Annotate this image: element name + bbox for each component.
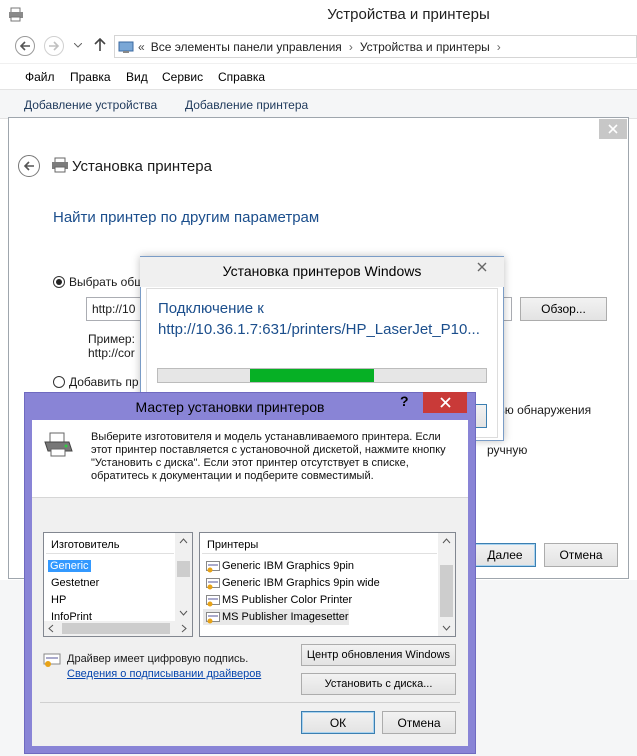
button-divider xyxy=(40,702,460,703)
command-bar: Добавление устройства Добавление принтер… xyxy=(0,89,637,119)
printer-item[interactable]: Generic IBM Graphics 9pin wide xyxy=(222,577,380,589)
progress-title-bar: Установка принтеров Windows xyxy=(140,257,504,287)
breadcrumb-devices[interactable]: Устройства и принтеры xyxy=(360,40,490,54)
manufacturer-item[interactable]: Generic xyxy=(48,560,91,572)
progress-fill xyxy=(249,369,375,382)
forward-button[interactable] xyxy=(44,36,64,56)
windows-update-button[interactable]: Центр обновления Windows xyxy=(301,644,456,666)
window-title: Устройства и принтеры xyxy=(327,6,490,23)
manufacturer-item[interactable]: Gestetner xyxy=(51,577,99,589)
example-label: Пример: xyxy=(88,332,135,346)
close-icon xyxy=(439,397,451,408)
master-description: Выберите изготовителя и модель устанавли… xyxy=(91,431,446,482)
manufacturer-item[interactable]: InfoPrint xyxy=(51,611,92,621)
certified-driver-icon xyxy=(206,612,220,624)
option-text-partial-2: ручную xyxy=(487,443,528,457)
menu-help[interactable]: Справка xyxy=(218,70,265,84)
printer-item[interactable]: Generic IBM Graphics 9pin xyxy=(222,560,354,572)
have-disk-button[interactable]: Установить с диска... xyxy=(301,673,456,695)
menu-view[interactable]: Вид xyxy=(126,70,148,84)
title-bar: Устройства и принтеры xyxy=(0,0,637,30)
address-box[interactable]: « Все элементы панели управления › Устро… xyxy=(114,35,637,58)
manufacturer-header: Изготовитель xyxy=(51,539,120,551)
back-button[interactable] xyxy=(15,36,35,56)
ok-button[interactable]: ОК xyxy=(301,711,375,734)
add-printer-button[interactable]: Добавление принтера xyxy=(185,98,308,112)
wizard-subtitle: Найти принтер по другим параметрам xyxy=(53,209,320,226)
printer-item[interactable]: MS Publisher Color Printer xyxy=(222,594,352,606)
browse-button[interactable]: Обзор... xyxy=(520,297,607,321)
breadcrumb-separator-icon[interactable]: › xyxy=(349,40,353,54)
select-shared-label: Выбрать общ xyxy=(69,275,145,289)
add-tcpip-label: Добавить пр xyxy=(69,375,139,389)
header-divider xyxy=(202,553,437,554)
close-icon xyxy=(608,124,618,134)
menu-edit[interactable]: Правка xyxy=(70,70,111,84)
wizard-close-button[interactable] xyxy=(599,119,627,139)
progress-close-button[interactable] xyxy=(466,257,498,277)
menu-tools[interactable]: Сервис xyxy=(162,70,203,84)
control-panel-icon xyxy=(118,40,134,54)
certified-driver-icon xyxy=(206,595,220,607)
printer-item[interactable]: MS Publisher Imagesetter xyxy=(222,611,349,623)
signed-driver-text: Драйвер имеет цифровую подпись. xyxy=(67,653,249,665)
certified-driver-icon xyxy=(206,561,220,573)
printer-icon xyxy=(51,157,69,173)
master-close-button[interactable] xyxy=(423,392,467,413)
progress-title: Установка принтеров Windows xyxy=(222,263,422,279)
wizard-header: Установка принтера xyxy=(72,158,212,175)
example-url: http://cor xyxy=(88,346,135,360)
connection-progress-bar xyxy=(157,368,487,383)
manufacturer-item[interactable]: HP xyxy=(51,594,66,606)
menu-file[interactable]: Файл xyxy=(25,70,55,84)
breadcrumb-overflow-icon[interactable]: « xyxy=(138,40,145,54)
manufacturer-hscrollbar[interactable] xyxy=(44,621,192,636)
signed-driver-icon xyxy=(43,653,61,667)
up-arrow-icon[interactable] xyxy=(94,38,106,52)
select-shared-radio[interactable] xyxy=(53,276,65,288)
connecting-label: Подключение к xyxy=(158,300,264,317)
breadcrumb-separator-icon[interactable]: › xyxy=(497,40,501,54)
menu-bar: Файл Правка Вид Сервис Справка xyxy=(0,63,637,89)
header-divider xyxy=(46,553,174,554)
manufacturer-scrollbar[interactable] xyxy=(175,533,192,621)
add-tcpip-radio[interactable] xyxy=(53,376,65,388)
recent-chevron-icon[interactable] xyxy=(74,43,82,48)
printer-scrollbar[interactable] xyxy=(438,533,455,636)
next-button[interactable]: Далее xyxy=(474,543,536,567)
close-icon xyxy=(477,262,487,272)
printers-header: Принтеры xyxy=(207,539,259,551)
master-cancel-button[interactable]: Отмена xyxy=(382,711,456,734)
connecting-url: http://10.36.1.7:631/printers/HP_LaserJe… xyxy=(158,321,480,338)
help-button[interactable]: ? xyxy=(400,393,409,409)
certified-driver-icon xyxy=(206,578,220,590)
driver-signing-link[interactable]: Сведения о подписывании драйверов xyxy=(67,668,261,680)
wizard-back-button[interactable] xyxy=(18,155,40,177)
wizard-cancel-button[interactable]: Отмена xyxy=(544,543,618,567)
breadcrumb-all-items[interactable]: Все элементы панели управления xyxy=(151,40,342,54)
add-device-button[interactable]: Добавление устройства xyxy=(24,98,157,112)
printer-setup-icon xyxy=(42,431,74,459)
